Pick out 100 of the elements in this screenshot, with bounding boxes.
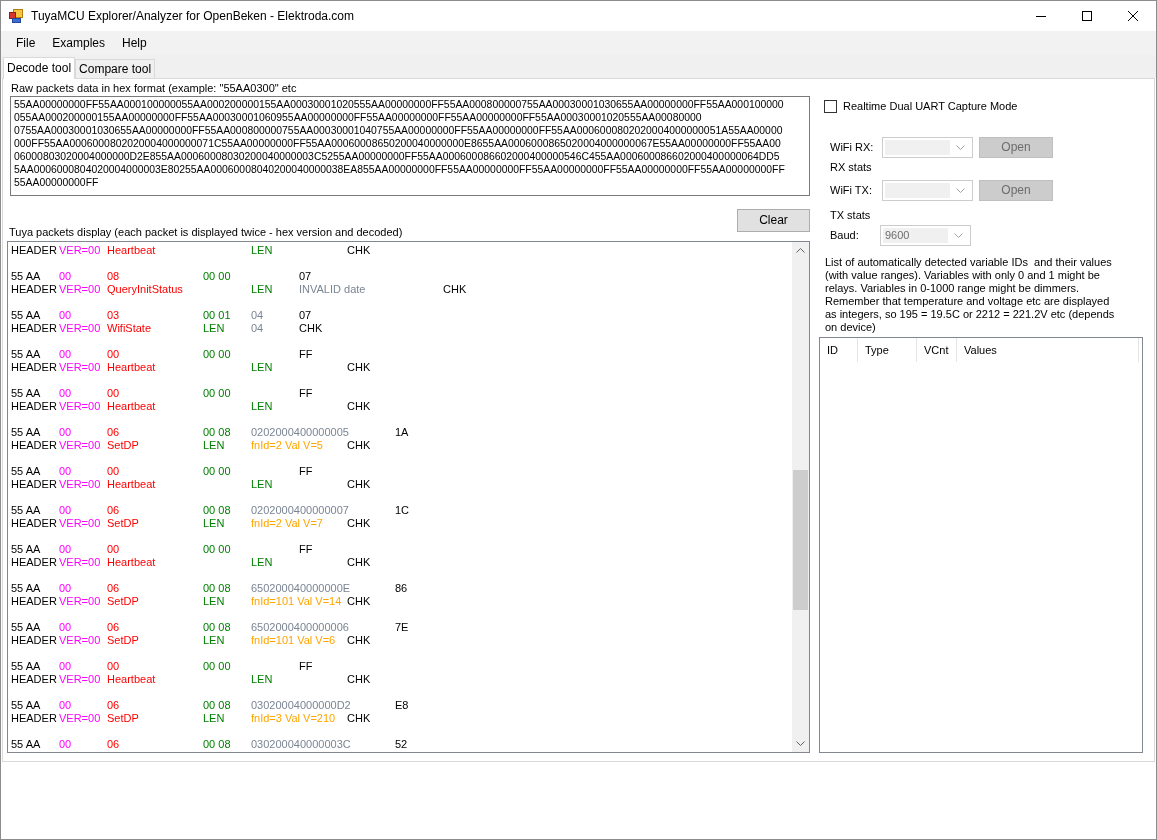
payload-hex: 0202000400000005 (251, 426, 349, 439)
header-text: HEADER (11, 478, 57, 491)
command-text: 06 (107, 504, 120, 517)
command-text: Heartbeat (107, 556, 156, 569)
capture-mode-label[interactable]: Realtime Dual UART Capture Mode (843, 100, 1018, 113)
length-text: 00 00 (203, 660, 231, 673)
header-text: HEADER (11, 712, 57, 725)
header-text: HEADER (11, 595, 57, 608)
checksum-text: 1A (395, 426, 409, 439)
version-text: 00 (59, 309, 72, 322)
header-text: HEADER (11, 283, 57, 296)
chevron-down-icon[interactable] (796, 741, 805, 746)
length-text: 00 08 (203, 582, 231, 595)
length-text: 00 00 (203, 543, 231, 556)
length-text: LEN (203, 439, 225, 452)
length-text: LEN (203, 322, 225, 335)
version-text: VER=00 (59, 556, 101, 569)
header-text: HEADER (11, 439, 57, 452)
version-text: VER=00 (59, 634, 101, 647)
command-text: 08 (107, 270, 120, 283)
checksum-text: CHK (347, 478, 371, 491)
version-text: VER=00 (59, 517, 101, 530)
column-header[interactable]: Values (957, 338, 1139, 362)
version-text: VER=00 (59, 244, 101, 257)
command-text: Heartbeat (107, 400, 156, 413)
minimize-icon (1036, 15, 1046, 17)
maximize-icon (1082, 11, 1092, 21)
chevron-down-icon (956, 144, 965, 150)
command-text: 03 (107, 309, 120, 322)
command-text: 06 (107, 582, 120, 595)
command-text: 00 (107, 465, 120, 478)
length-text: LEN (251, 478, 273, 491)
scroll-thumb[interactable] (793, 470, 808, 610)
column-header[interactable]: ID (820, 338, 858, 362)
length-text: LEN (251, 400, 273, 413)
checksum-text: CHK (347, 712, 371, 725)
header-text: 55 AA (11, 309, 41, 322)
packets-label: Tuya packets display (each packet is displayed twice - hex version and decoded) (8, 226, 403, 239)
column-header[interactable]: Type (858, 338, 917, 362)
menu-item[interactable]: Help (114, 31, 156, 55)
error-text: INVALID date (299, 283, 366, 296)
payload-hex: 030200040000003C (251, 738, 351, 751)
checksum-text: CHK (347, 439, 371, 452)
chevron-up-icon[interactable] (796, 248, 805, 253)
version-text: VER=00 (59, 400, 101, 413)
version-text: 00 (59, 543, 72, 556)
command-text: SetDP (107, 595, 139, 608)
stats-label: TX stats (830, 209, 872, 222)
checksum-text: CHK (347, 361, 371, 374)
app-icon (9, 9, 23, 23)
checksum-text: CHK (347, 673, 371, 686)
version-text: 00 (59, 738, 72, 751)
header-text: 55 AA (11, 465, 41, 478)
decoded-value: fnId=2 Val V=7 (251, 517, 323, 530)
length-text: LEN (203, 712, 225, 725)
header-text: 55 AA (11, 348, 41, 361)
payload-hex: 03020004000000D2 (251, 699, 351, 712)
hex-input-field[interactable]: 55AA00000000FF55AA000100000055AA000200000155AA00030001020555AA00000000FF55AA000800000755AA00030001030655AA00000000FF55AA000100000 055AA000200000155AA00000000FF55AA00030001060955AA00000000FF55AA00000000FF55AA00000000FF55AA00030001020555AA00080000 0755AA00030001030655AA00000000FF55AA000800000755AA00030001040755AA00000000FF55AA00000000FF55AA0006000802020004000000051A55AA00000 000FF55AA0006000802020004000000071C55AA00000000FF55AA00060008650200040000000E8655AA0006000865020004000000067E55AA00000000FF55AA00 06000803020004000000D2E855AA00060008030200040000003C5255AA00000000FF55AA000600086602000400000546C455AA000600086602000400000064DD5 5AA0006000804020004000003E80255AA00060008040200040000038EA855AA00000000FF55AA00000000FF55AA00000000FF55AA00000000FF55AA00000000FF 55AA00000000FF (10, 96, 810, 196)
header-text: 55 AA (11, 387, 41, 400)
length-text: LEN (251, 361, 273, 374)
command-text: 06 (107, 738, 120, 751)
version-text: VER=00 (59, 283, 101, 296)
command-text: 06 (107, 621, 120, 634)
version-text: 00 (59, 660, 72, 673)
menu-item[interactable]: Examples (44, 31, 115, 55)
length-text: 00 08 (203, 504, 231, 517)
version-text: 00 (59, 699, 72, 712)
checksum-text: 52 (395, 738, 408, 751)
vertical-scrollbar[interactable] (792, 242, 809, 752)
header-text: 55 AA (11, 504, 41, 517)
clear-button[interactable]: Clear (737, 209, 810, 232)
command-text: Heartbeat (107, 361, 156, 374)
payload-hex: 0202000400000007 (251, 504, 349, 517)
tab[interactable]: Compare tool (75, 59, 156, 78)
command-text: SetDP (107, 439, 139, 452)
checksum-text: 07 (299, 270, 312, 283)
checksum-text: 07 (299, 309, 312, 322)
header-text: 55 AA (11, 543, 41, 556)
menu-item[interactable]: File (8, 31, 45, 55)
length-text: 00 08 (203, 738, 231, 751)
port-label: WiFi RX: (830, 140, 875, 154)
payload-hex: 650200040000000E (251, 582, 351, 595)
decoded-value: fnId=2 Val V=5 (251, 439, 323, 452)
column-header[interactable]: VCnt (917, 338, 957, 362)
length-text: 00 00 (203, 387, 231, 400)
command-text: SetDP (107, 634, 139, 647)
checksum-text: CHK (347, 634, 371, 647)
payload-hex: 04 (251, 309, 264, 322)
tab[interactable]: Decode tool (3, 57, 76, 79)
raw-data-label: Raw packets data in hex format (example: "55AA0300" etc (10, 82, 298, 95)
length-text: LEN (251, 556, 273, 569)
length-text: LEN (203, 595, 225, 608)
version-text: 00 (59, 504, 72, 517)
command-text: 00 (107, 348, 120, 361)
checksum-text: CHK (347, 400, 371, 413)
command-text: 06 (107, 699, 120, 712)
header-text: HEADER (11, 361, 57, 374)
capture-mode-checkbox[interactable] (824, 100, 837, 113)
command-text: WifiState (107, 322, 151, 335)
decoded-value: fnId=101 Val V=6 (251, 634, 336, 647)
